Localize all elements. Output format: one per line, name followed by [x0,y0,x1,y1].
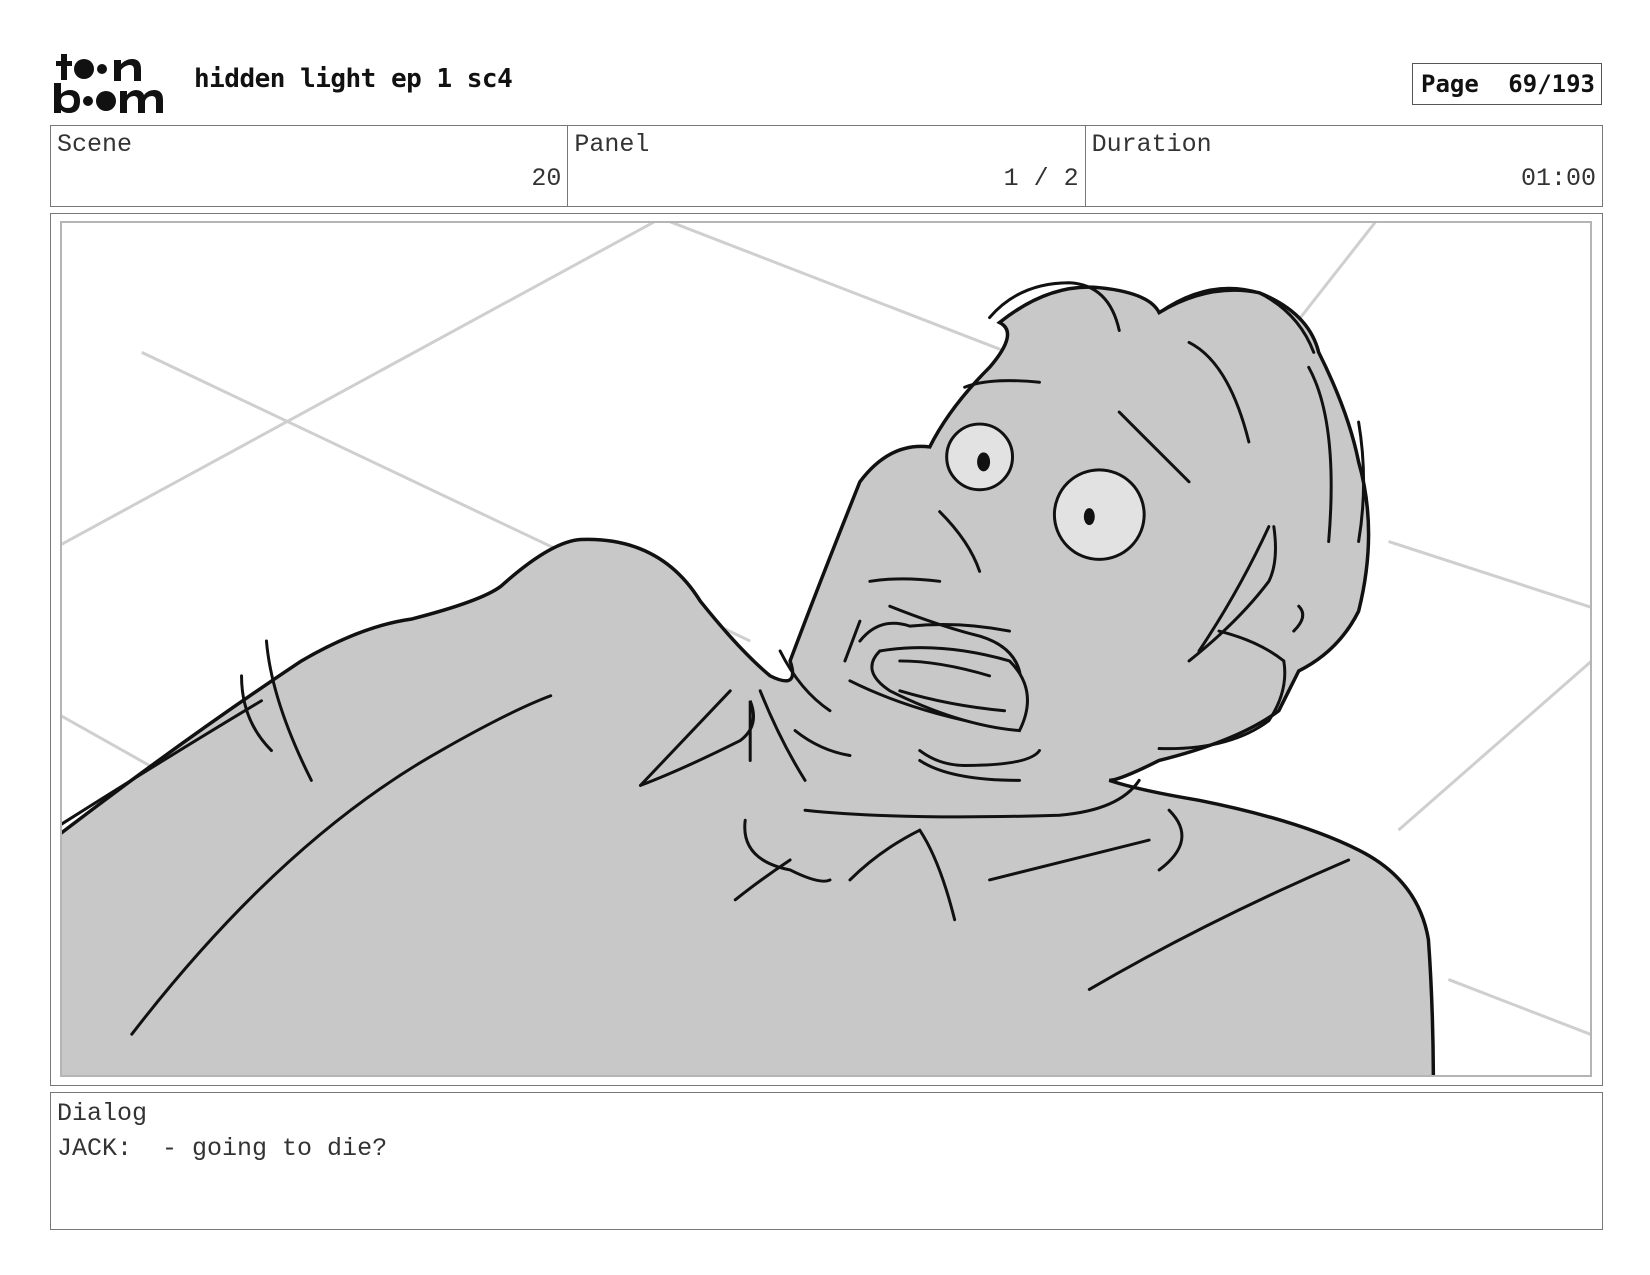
panel-value: 1 / 2 [1003,164,1079,193]
figure-body-fill [62,285,1436,1075]
scene-cell: Scene 20 [51,126,569,206]
duration-label: Duration [1091,130,1212,159]
storyboard-sketch-icon [62,223,1590,1075]
dialog-line: JACK: - going to die? [57,1134,387,1163]
dialog-speaker: JACK: [57,1134,133,1163]
toon-boom-logo-icon [54,54,163,113]
page-label: Page [1421,70,1479,98]
scene-value: 20 [531,164,562,193]
page-number: 69/193 [1508,70,1595,98]
panel-cell: Panel 1 / 2 [568,126,1086,206]
duration-value: 01:00 [1520,164,1596,193]
storyboard-title: hidden light ep 1 sc4 [194,64,513,94]
storyboard-panel [50,213,1603,1086]
panel-label: Panel [574,130,650,159]
page-indicator: Page 69/193 [1412,63,1602,105]
dialog-label: Dialog [57,1099,148,1128]
dialog-box: Dialog JACK: - going to die? [50,1092,1603,1230]
panel-drawing-area [60,221,1592,1077]
panel-info-row: Scene 20 Panel 1 / 2 Duration 01:00 [50,125,1603,207]
scene-label: Scene [57,130,133,159]
duration-cell: Duration 01:00 [1086,126,1602,206]
toon-boom-logo [52,52,170,114]
dialog-text: - going to die? [162,1134,388,1163]
